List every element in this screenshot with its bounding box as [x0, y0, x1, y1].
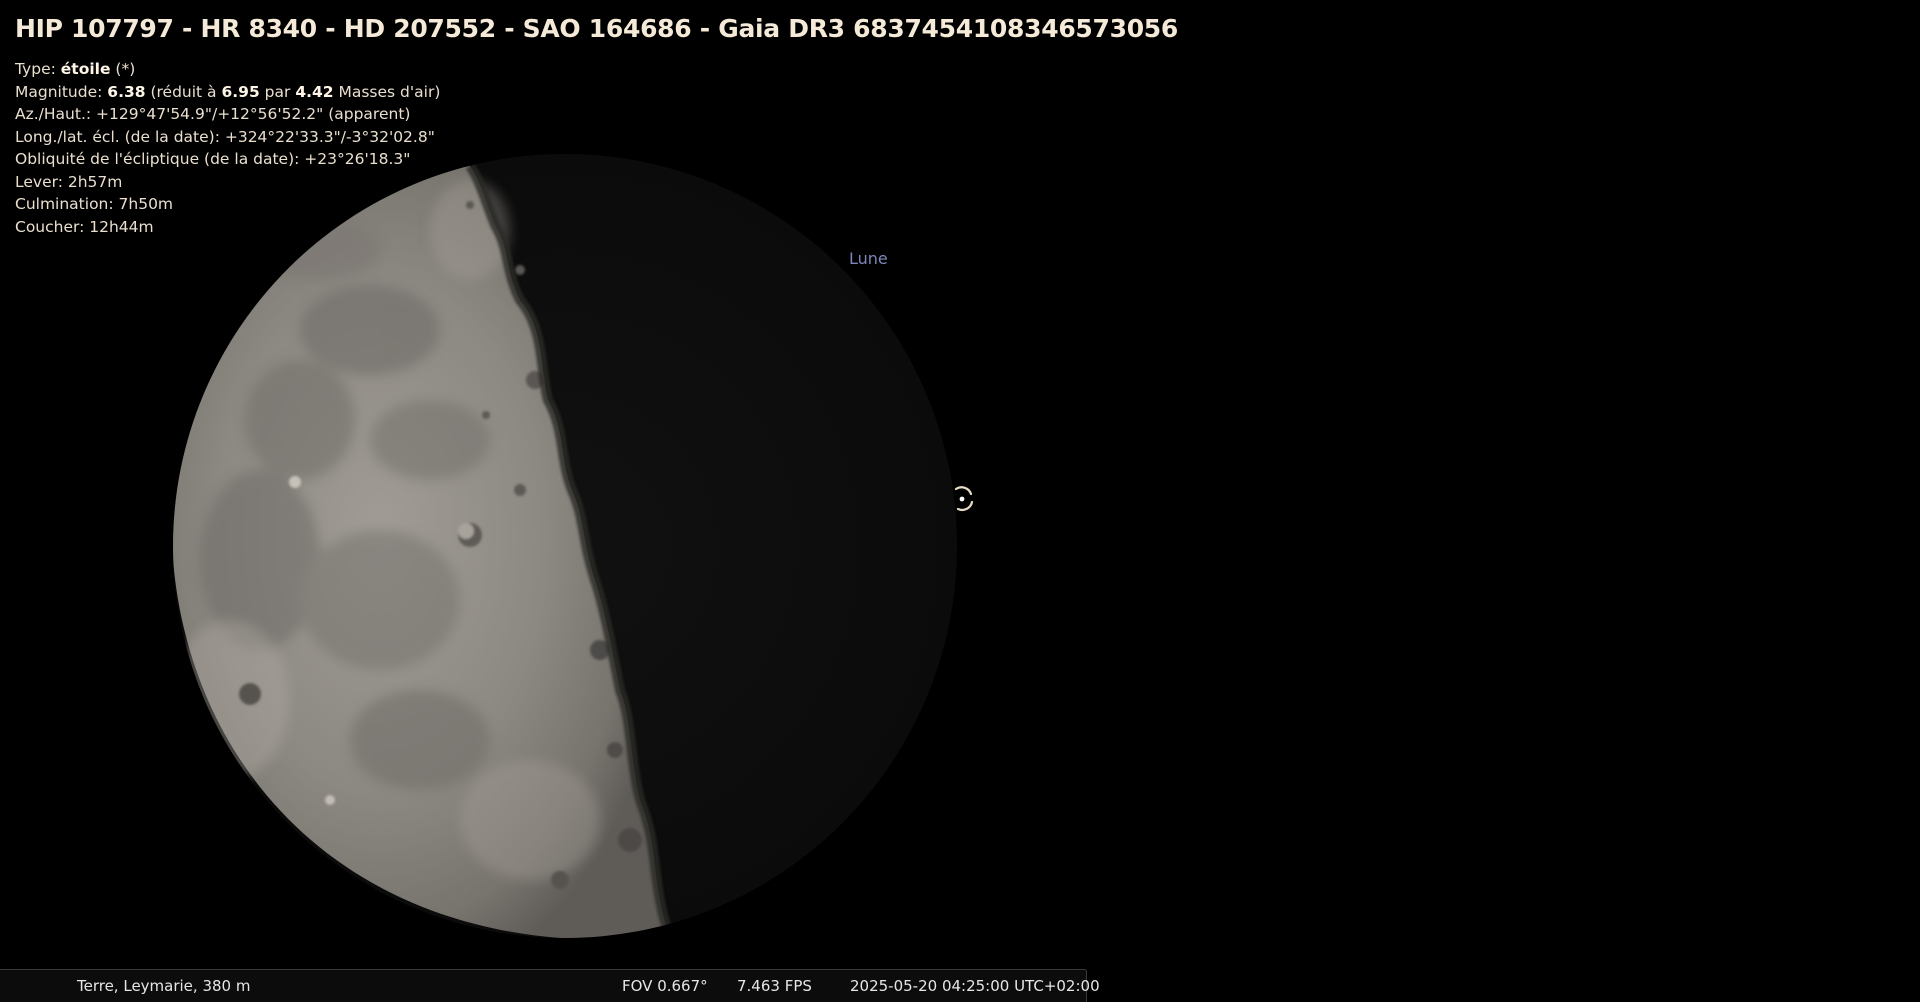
object-type: Type: étoile (*)	[15, 58, 1178, 81]
object-magnitude: Magnitude: 6.38 (réduit à 6.95 par 4.42 …	[15, 81, 1178, 104]
status-bar: Terre, Leymarie, 380 m FOV 0.667° 7.463 …	[0, 969, 1100, 1002]
object-set: Coucher: 12h44m	[15, 217, 154, 236]
magnitude-value: 6.38	[107, 82, 146, 101]
object-azalt: Az./Haut.: +129°47'54.9"/+12°56'52.2" (a…	[15, 105, 411, 123]
type-value: étoile	[60, 60, 111, 78]
magnitude-par-text: par	[259, 82, 296, 101]
moon-label[interactable]: Lune	[849, 249, 888, 268]
magnitude-reduced-value: 6.95	[221, 82, 260, 101]
fov-readout: FOV 0.667°	[622, 977, 708, 995]
type-suffix: (*)	[110, 60, 136, 78]
object-info-panel: HIP 107797 - HR 8340 - HD 207552 - SAO 1…	[15, 14, 1178, 238]
datetime-readout[interactable]: 2025-05-20 04:25:00 UTC+02:00	[850, 977, 1100, 995]
star-marker-icon[interactable]	[952, 486, 976, 512]
type-label: Type:	[15, 60, 61, 78]
object-title: HIP 107797 - HR 8340 - HD 207552 - SAO 1…	[15, 14, 1178, 43]
magnitude-label: Magnitude:	[15, 82, 108, 101]
location-readout[interactable]: Terre, Leymarie, 380 m	[77, 977, 250, 995]
airmass-value: 4.42	[295, 82, 334, 101]
object-transit: Culmination: 7h50m	[15, 195, 174, 213]
object-obliquity: Obliquité de l'écliptique (de la date): …	[15, 150, 411, 168]
object-ecliptic: Long./lat. écl. (de la date): +324°22'33…	[15, 127, 435, 146]
magnitude-reduced-text: (réduit à	[145, 82, 222, 101]
airmass-suffix: Masses d'air)	[333, 82, 441, 101]
fps-readout: 7.463 FPS	[737, 977, 812, 995]
object-rise: Lever: 2h57m	[15, 172, 123, 191]
